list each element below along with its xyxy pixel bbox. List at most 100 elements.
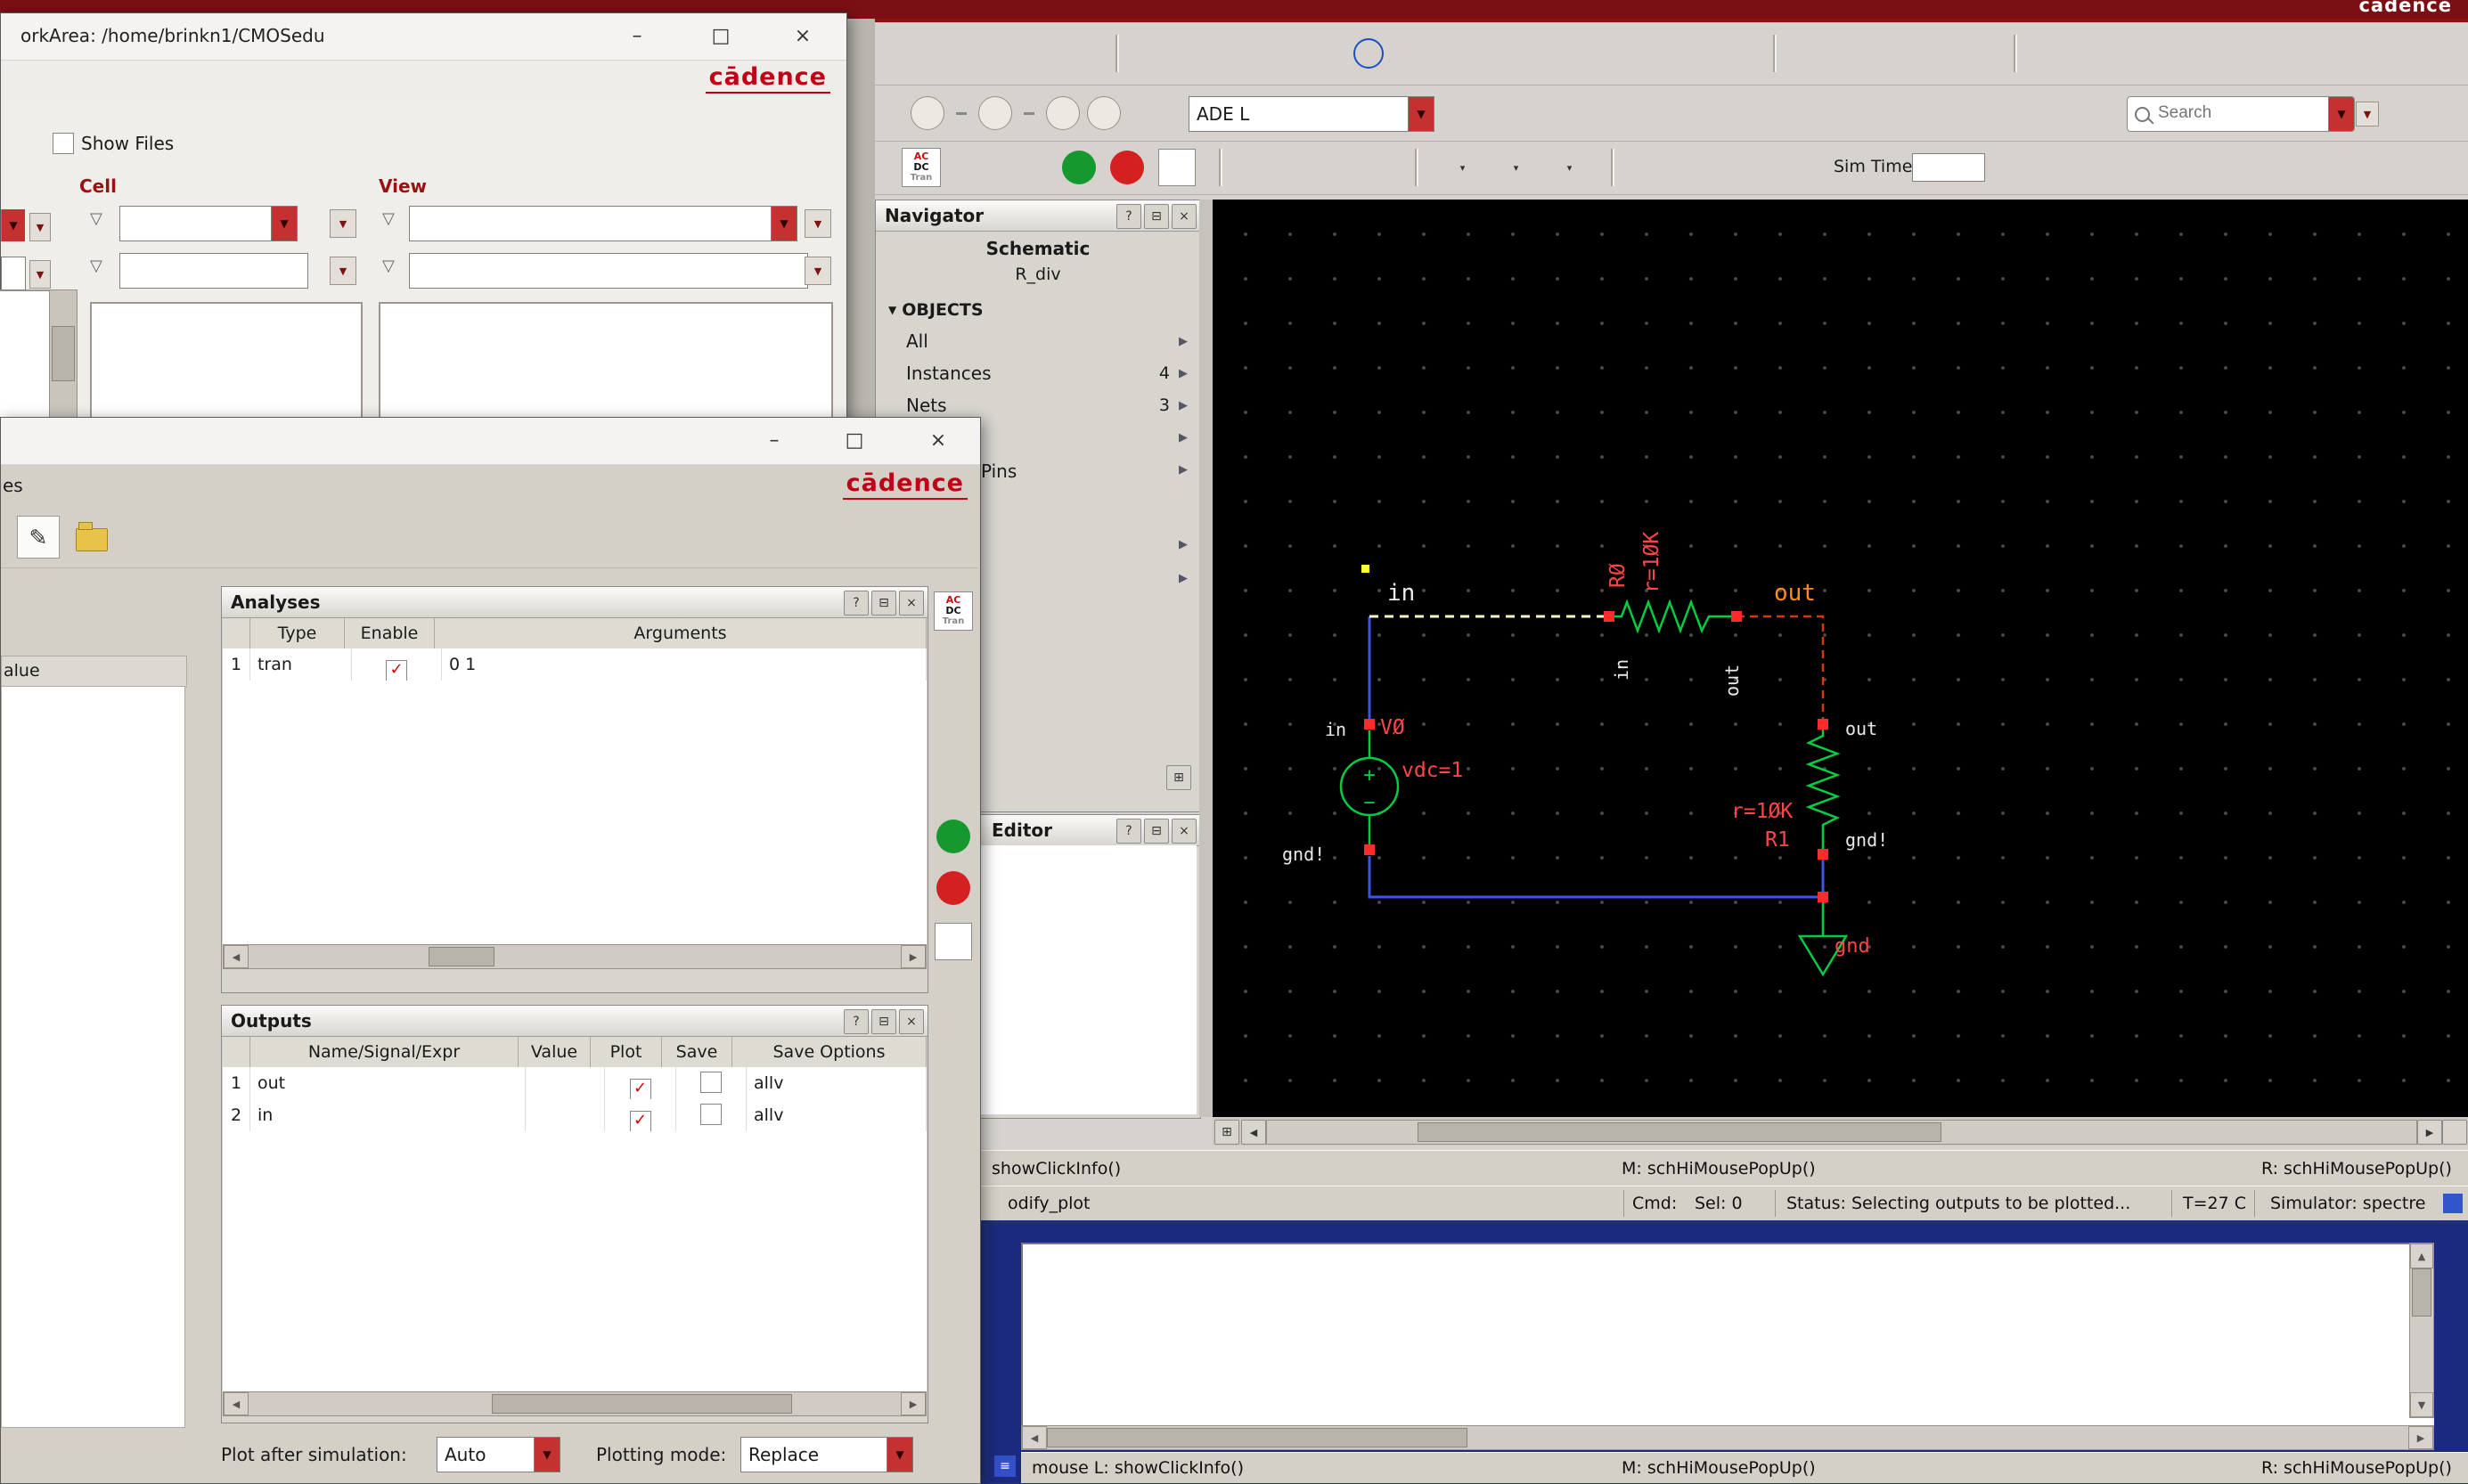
text-label-icon[interactable] [1609, 34, 1648, 73]
parametric-icon[interactable] [1549, 148, 1588, 187]
node-label-out[interactable]: out [1845, 718, 1877, 739]
plotting-mode-combo[interactable]: Replace ▼ [740, 1437, 913, 1472]
save-options[interactable]: allv [747, 1099, 927, 1132]
new-file-icon[interactable] [900, 34, 939, 73]
float-panel-icon[interactable]: ⊟ [871, 591, 896, 616]
plot-checkbox[interactable]: ✓ [630, 1079, 651, 1100]
list-item[interactable] [92, 304, 361, 313]
wire-net-out-selected[interactable] [1737, 616, 1823, 724]
run-simulation-icon[interactable] [1062, 151, 1096, 184]
annotate-icon[interactable] [2245, 34, 2284, 73]
select-filter-icon[interactable] [1704, 94, 1743, 133]
save-checkbox[interactable] [700, 1104, 722, 1125]
scroll-down-icon[interactable]: ▼ [2410, 1392, 2433, 1417]
resistor-r1-symbol[interactable] [1809, 724, 1837, 854]
stretch-icon[interactable] [1244, 34, 1283, 73]
plot-column-header[interactable]: Plot [591, 1037, 662, 1068]
pin-square[interactable] [1818, 892, 1828, 902]
full-select-icon[interactable] [1869, 94, 1908, 133]
float-panel-icon[interactable]: ⊟ [871, 1009, 896, 1034]
dropdown-arrow-icon[interactable]: ▼ [771, 207, 797, 241]
cell-filter-combo[interactable]: ▼ [119, 206, 298, 241]
analysis-type[interactable]: tran [250, 648, 352, 681]
pin-square[interactable] [1364, 844, 1375, 855]
maximize-button[interactable]: □ [686, 13, 756, 59]
chevron-right-icon[interactable]: ▶ [1179, 538, 1191, 551]
direct-plot-icon[interactable] [1442, 148, 1481, 187]
label-anchor[interactable] [1361, 565, 1369, 573]
partial-select-icon[interactable] [1814, 94, 1853, 133]
dropdown-arrow-icon[interactable]: ▼ [1408, 97, 1434, 131]
float-panel-icon[interactable]: ⊟ [1144, 204, 1169, 229]
workspace-combo[interactable]: ADE L ▼ [1189, 96, 1434, 132]
sim-time-input[interactable] [1912, 153, 1985, 182]
navigator-row[interactable]: Instances 4 ▶ [876, 357, 1200, 389]
plot-outputs-icon[interactable] [935, 923, 972, 960]
dropdown-arrow-icon[interactable]: ▼ [271, 207, 297, 241]
save-options-column-header[interactable]: Save Options [732, 1037, 927, 1068]
results-table-icon[interactable] [1246, 148, 1285, 187]
maximize-button[interactable]: □ [820, 418, 889, 463]
list-item[interactable] [0, 291, 49, 338]
library-list-scrollbar[interactable] [49, 289, 78, 438]
delete-icon[interactable] [934, 762, 973, 802]
cell-filter-options-arrow[interactable]: ▼ [330, 209, 356, 238]
list-item[interactable] [0, 338, 49, 386]
navigator-section-header[interactable]: ▼ OBJECTS [888, 300, 984, 320]
scroll-up-icon[interactable]: ▲ [2410, 1243, 2433, 1268]
pin-square[interactable] [1364, 719, 1375, 730]
scroll-thumb[interactable] [1047, 1428, 1467, 1447]
plot-checkbox[interactable]: ✓ [630, 1111, 651, 1132]
help-icon[interactable]: ? [1116, 204, 1141, 229]
library-filter-options-arrow[interactable]: ▼ [29, 213, 51, 241]
close-panel-icon[interactable]: × [1172, 204, 1197, 229]
text-cursor-icon[interactable] [1925, 94, 1964, 133]
close-panel-icon[interactable]: × [899, 1009, 924, 1034]
canvas-grid-icon[interactable]: ⊞ [1214, 1120, 1239, 1145]
move-icon[interactable] [1140, 34, 1180, 73]
search-dropdown-icon[interactable]: ▼ [2328, 97, 2354, 131]
search-box[interactable]: ▼ [2127, 96, 2355, 132]
outputs-hscrollbar[interactable]: ◀ ▶ [223, 1391, 927, 1416]
undo-icon[interactable] [1454, 34, 1493, 73]
annotation-icon[interactable] [1495, 148, 1534, 187]
output-name[interactable]: out [250, 1067, 526, 1100]
close-button[interactable]: × [768, 13, 838, 59]
results-browser-icon[interactable] [1299, 148, 1338, 187]
analyses-hscrollbar[interactable]: ◀ ▶ [223, 944, 927, 969]
scroll-thumb[interactable] [492, 1394, 792, 1414]
output-row[interactable]: 1 out ✓ allv [223, 1067, 927, 1100]
scroll-right-icon[interactable]: ▶ [901, 945, 926, 968]
node-label-in[interactable]: in [1325, 719, 1346, 740]
node-label-gnd-right[interactable]: gnd! [1845, 829, 1888, 851]
scroll-thumb[interactable] [52, 326, 75, 381]
ade-titlebar[interactable]: – □ × [1, 418, 980, 465]
copy-icon[interactable] [1192, 34, 1231, 73]
back-icon[interactable] [911, 96, 944, 130]
report-icon[interactable] [1691, 148, 1730, 187]
pin-square[interactable] [1604, 611, 1614, 622]
console-hscrollbar[interactable]: ◀ ▶ [1021, 1425, 2434, 1450]
note-text-icon[interactable] [1402, 34, 1442, 73]
pin-square[interactable] [1818, 849, 1828, 860]
view-search-input[interactable] [409, 253, 808, 289]
scroll-thumb[interactable] [1418, 1122, 1941, 1142]
window-menu-icon[interactable]: ≡ [994, 1455, 1016, 1477]
check-and-save-icon[interactable] [1003, 34, 1042, 73]
enable-checkbox[interactable]: ✓ [386, 660, 407, 681]
analyses-empty-area[interactable] [223, 681, 927, 944]
navigator-row[interactable]: All ▶ [876, 325, 1200, 357]
zoom-in-icon[interactable] [1798, 34, 1837, 73]
more-tools-icon[interactable] [1712, 34, 1752, 73]
scroll-left-icon[interactable]: ◀ [1241, 1120, 1266, 1145]
section-collapse-icon[interactable]: ▼ [888, 304, 896, 316]
view-filter-combo[interactable]: ▼ [409, 206, 797, 241]
navigator-pins-label[interactable]: Pins [981, 461, 1017, 482]
search-input[interactable] [2156, 100, 2311, 126]
library-search-options-arrow[interactable]: ▼ [29, 260, 51, 289]
close-panel-icon[interactable]: × [1172, 819, 1197, 844]
save-icon[interactable] [1055, 34, 1094, 73]
redo-icon[interactable] [1506, 34, 1545, 73]
tab-windows-icon[interactable] [2039, 34, 2078, 73]
net-label-in[interactable]: in [1387, 580, 1415, 607]
